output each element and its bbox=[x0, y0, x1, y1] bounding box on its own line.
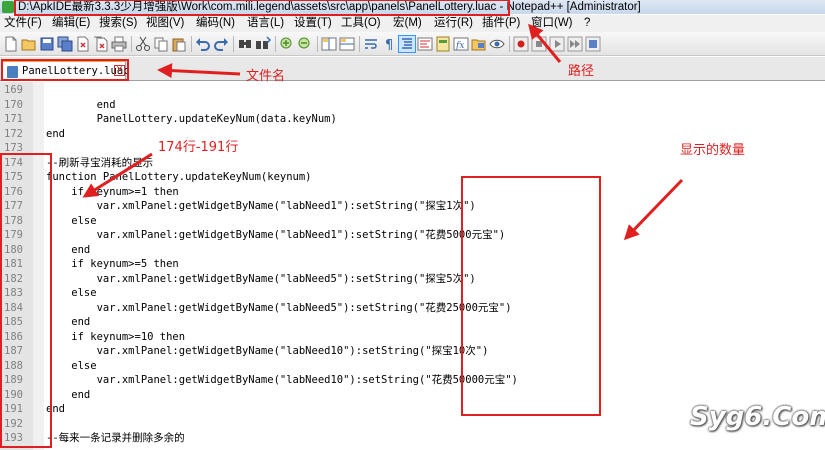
annotation-arrows bbox=[82, 23, 684, 241]
arrow-to-line-range bbox=[82, 152, 153, 198]
arrow-to-display-count bbox=[623, 178, 684, 241]
annotation-filename: 文件名 bbox=[246, 69, 286, 84]
site-watermark: Syg6.Com bbox=[690, 402, 825, 432]
annotation-display-count: 显示的数量 bbox=[680, 143, 746, 158]
arrow-to-path bbox=[528, 23, 562, 63]
annotation-line-range: 174行-191行 bbox=[158, 140, 239, 155]
arrow-to-filename bbox=[157, 63, 241, 79]
annotation-path: 路径 bbox=[568, 64, 595, 79]
